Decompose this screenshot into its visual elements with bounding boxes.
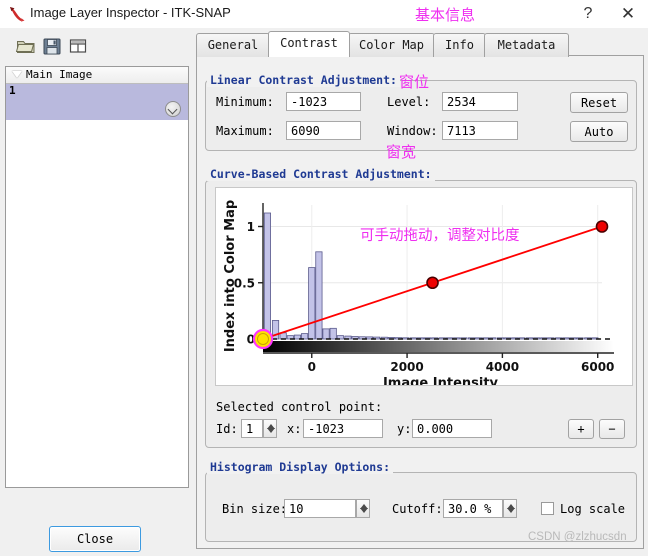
open-folder-icon[interactable] <box>16 36 36 56</box>
linear-contrast-title: Linear Contrast Adjustment: <box>207 73 400 87</box>
chart-canvas[interactable]: 00.510 2000 4000 6000Image IntensityIndex i… <box>216 188 632 385</box>
window-title: Image Layer Inspector - ITK-SNAP <box>30 5 231 20</box>
log-scale-checkbox[interactable] <box>541 502 554 515</box>
reset-button[interactable]: Reset <box>570 92 628 113</box>
annotation-window-level: 窗位 <box>399 73 430 91</box>
remove-control-point-button[interactable]: − <box>599 419 625 439</box>
tab-bar: General Contrast Color Map Info Metadata <box>196 31 644 57</box>
cutoff-stepper[interactable] <box>503 499 517 518</box>
annotation-drag-hint: 可手动拖动，调整对比度 <box>360 228 520 244</box>
maximum-label: Maximum: <box>216 124 274 138</box>
log-scale-label: Log scale <box>560 502 626 516</box>
layer-toolbar <box>8 36 188 62</box>
x-label: x: <box>287 422 302 436</box>
stepper-down-icon[interactable] <box>507 508 515 513</box>
layer-group-label: Main Image <box>26 68 93 81</box>
minimum-input[interactable]: -1023 <box>286 92 361 111</box>
selected-control-point-label: Selected control point: <box>216 400 383 414</box>
close-button[interactable]: Close <box>49 526 141 552</box>
tab-color-map[interactable]: Color Map <box>348 33 435 57</box>
window-label: Window: <box>387 124 438 138</box>
tab-info[interactable]: Info <box>433 33 486 57</box>
control-point-id-input[interactable]: 1 <box>241 419 263 438</box>
level-label: Level: <box>387 95 431 109</box>
auto-button[interactable]: Auto <box>570 121 628 142</box>
annotation-window-width: 窗宽 <box>386 143 417 161</box>
bin-size-label: Bin size: <box>222 502 288 516</box>
window-close-button[interactable]: ✕ <box>613 2 643 26</box>
save-disk-icon[interactable] <box>42 36 62 56</box>
svg-text:4000: 4000 <box>486 360 519 374</box>
tab-metadata[interactable]: Metadata <box>484 33 569 57</box>
tab-general[interactable]: General <box>196 33 270 57</box>
control-point-x-input[interactable]: -1023 <box>303 419 383 438</box>
stepper-down-icon[interactable] <box>267 428 275 433</box>
cutoff-label: Cutoff: <box>392 502 443 516</box>
svg-text:Image Intensity: Image Intensity <box>383 376 499 385</box>
layer-group-header[interactable]: Main Image <box>6 67 188 84</box>
y-label: y: <box>397 422 412 436</box>
bin-size-stepper[interactable] <box>356 499 370 518</box>
bin-size-input[interactable]: 10 <box>284 499 356 518</box>
control-point-y-input[interactable]: 0.000 <box>412 419 492 438</box>
layer-row-number: 1 <box>9 84 16 97</box>
window-titlebar: Image Layer Inspector - ITK-SNAP ? ✕ <box>0 0 648 28</box>
itksnap-icon <box>10 7 25 22</box>
add-control-point-button[interactable]: + <box>568 419 594 439</box>
svg-text:0: 0 <box>308 360 316 374</box>
list-item[interactable]: 1 <box>6 84 188 120</box>
level-input[interactable]: 2534 <box>442 92 518 111</box>
maximum-input[interactable]: 6090 <box>286 121 361 140</box>
svg-text:1: 1 <box>247 220 255 234</box>
help-button[interactable]: ? <box>575 2 601 26</box>
minimum-label: Minimum: <box>216 95 274 109</box>
table-grid-icon[interactable] <box>68 36 88 56</box>
id-label: Id: <box>216 422 238 436</box>
control-point-id-stepper[interactable] <box>263 419 277 438</box>
chevron-down-icon[interactable] <box>165 101 181 117</box>
intensity-curve-chart[interactable]: 0 0.5 1 0 2000 4000 6000 Image Intensity Index i… <box>215 187 633 386</box>
layer-list-panel[interactable]: Main Image 1 <box>5 66 189 488</box>
annotation-basic-info: 基本信息 <box>415 6 476 24</box>
svg-text:2000: 2000 <box>390 360 423 374</box>
watermark: CSDN @zlzhucsdn <box>528 531 627 543</box>
tab-contrast[interactable]: Contrast <box>268 31 350 57</box>
histogram-options-title: Histogram Display Options: <box>207 460 394 474</box>
stepper-down-icon[interactable] <box>360 508 368 513</box>
cutoff-input[interactable]: 30.0 % <box>443 499 503 518</box>
svg-text:6000: 6000 <box>581 360 614 374</box>
svg-text:Index into Color Map: Index into Color Map <box>223 200 238 352</box>
triangle-down-icon[interactable] <box>12 71 22 78</box>
curve-contrast-title: Curve-Based Contrast Adjustment: <box>207 167 435 181</box>
window-input[interactable]: 7113 <box>442 121 518 140</box>
